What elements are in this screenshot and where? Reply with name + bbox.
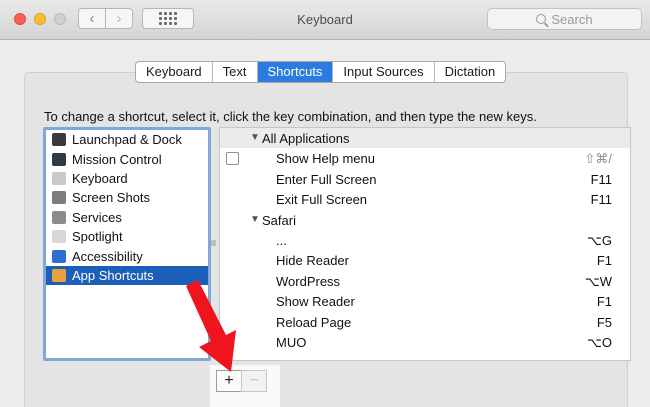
- title-bar: ‹ › Keyboard Search: [0, 0, 650, 40]
- shortcut-keys[interactable]: ⌥G: [587, 233, 612, 249]
- spotlight-icon: [52, 230, 66, 244]
- tab-bar: Keyboard Text Shortcuts Input Sources Dictat…: [135, 61, 507, 83]
- shortcut-row[interactable]: Hide Reader F1: [220, 250, 630, 270]
- remove-shortcut-button[interactable]: −: [241, 370, 267, 392]
- shortcut-keys[interactable]: ⇧⌘/: [584, 151, 612, 167]
- category-label: Keyboard: [72, 170, 128, 186]
- category-item[interactable]: Screen Shots: [46, 188, 208, 207]
- mission-control-icon: [52, 152, 66, 166]
- shortcut-name: Show Help menu: [276, 151, 375, 167]
- accessibility-icon: [52, 249, 66, 263]
- launchpad-icon: [52, 133, 66, 147]
- add-shortcut-button[interactable]: +: [216, 370, 242, 392]
- category-item[interactable]: Accessibility: [46, 246, 208, 265]
- instructions-text: To change a shortcut, select it, click t…: [44, 109, 537, 124]
- shortcut-name: ...: [276, 232, 287, 248]
- shortcut-row[interactable]: Reload Page F5: [220, 312, 630, 332]
- shortcut-keys[interactable]: F5: [597, 315, 612, 330]
- tab-input-sources[interactable]: Input Sources: [333, 62, 435, 82]
- shortcut-name: Reload Page: [276, 314, 352, 330]
- split-handle[interactable]: [211, 240, 216, 246]
- category-label: Mission Control: [72, 151, 162, 167]
- enable-checkbox[interactable]: [226, 152, 239, 166]
- shortcut-name: WordPress: [276, 273, 341, 289]
- add-remove-buttons: + −: [216, 370, 267, 392]
- group-row[interactable]: ▼ Safari: [220, 210, 630, 230]
- shortcut-row[interactable]: Show Reader F1: [220, 291, 630, 311]
- shortcut-name: Show Reader: [276, 294, 355, 310]
- search-input[interactable]: Search: [487, 8, 642, 30]
- shortcut-keys[interactable]: F1: [597, 294, 612, 309]
- category-item[interactable]: Spotlight: [46, 227, 208, 246]
- keyboard-icon: [52, 171, 66, 185]
- group-label: Safari: [262, 212, 296, 228]
- search-icon: [536, 14, 547, 24]
- category-label: Services: [72, 209, 122, 225]
- shortcut-keys[interactable]: F11: [591, 192, 612, 207]
- gear-icon: [52, 210, 66, 224]
- category-item[interactable]: Keyboard: [46, 169, 208, 188]
- shortcut-row[interactable]: Exit Full Screen F11: [220, 189, 630, 209]
- shortcut-row[interactable]: Enter Full Screen F11: [220, 169, 630, 189]
- tab-keyboard[interactable]: Keyboard: [136, 62, 213, 82]
- category-item[interactable]: Launchpad & Dock: [46, 130, 208, 149]
- tab-text[interactable]: Text: [213, 62, 258, 82]
- group-label: All Applications: [262, 131, 350, 146]
- shortcut-keys[interactable]: ⌥W: [585, 274, 612, 290]
- disclosure-triangle-icon[interactable]: ▼: [250, 132, 260, 143]
- category-label: Accessibility: [72, 248, 143, 264]
- shortcut-name: MUO: [276, 334, 307, 350]
- category-item[interactable]: Services: [46, 208, 208, 227]
- shortcut-row[interactable]: ... ⌥G: [220, 230, 630, 250]
- tab-dictation[interactable]: Dictation: [435, 62, 506, 82]
- category-label: Screen Shots: [72, 190, 151, 206]
- shortcut-name: Hide Reader: [276, 253, 349, 269]
- shortcut-row[interactable]: MUO ⌥O: [220, 332, 630, 352]
- shortcut-keys[interactable]: F11: [591, 172, 612, 187]
- category-item[interactable]: Mission Control: [46, 149, 208, 168]
- group-row[interactable]: ▼ All Applications: [220, 128, 630, 149]
- shortcut-row[interactable]: Show Help menu ⇧⌘/: [220, 148, 630, 168]
- shortcuts-list[interactable]: ▼ All Applications Show Help menu ⇧⌘/Enter …: [219, 127, 631, 361]
- category-list[interactable]: Launchpad & Dock Mission Control Keyboard S…: [43, 127, 211, 361]
- shortcut-name: Enter Full Screen: [276, 171, 377, 187]
- category-item[interactable]: App Shortcuts: [46, 265, 208, 286]
- search-placeholder: Search: [551, 11, 593, 27]
- screenshot-icon: [52, 191, 66, 205]
- shortcut-keys[interactable]: F1: [597, 253, 612, 268]
- tab-shortcuts[interactable]: Shortcuts: [257, 62, 334, 82]
- disclosure-triangle-icon[interactable]: ▼: [250, 214, 260, 225]
- shortcut-keys[interactable]: ⌥O: [587, 335, 612, 351]
- category-label: Launchpad & Dock: [72, 132, 182, 148]
- app-shortcuts-icon: [52, 268, 66, 282]
- category-label: App Shortcuts: [72, 267, 154, 283]
- shortcut-row[interactable]: WordPress ⌥W: [220, 271, 630, 291]
- category-label: Spotlight: [72, 229, 123, 245]
- shortcut-name: Exit Full Screen: [276, 192, 368, 208]
